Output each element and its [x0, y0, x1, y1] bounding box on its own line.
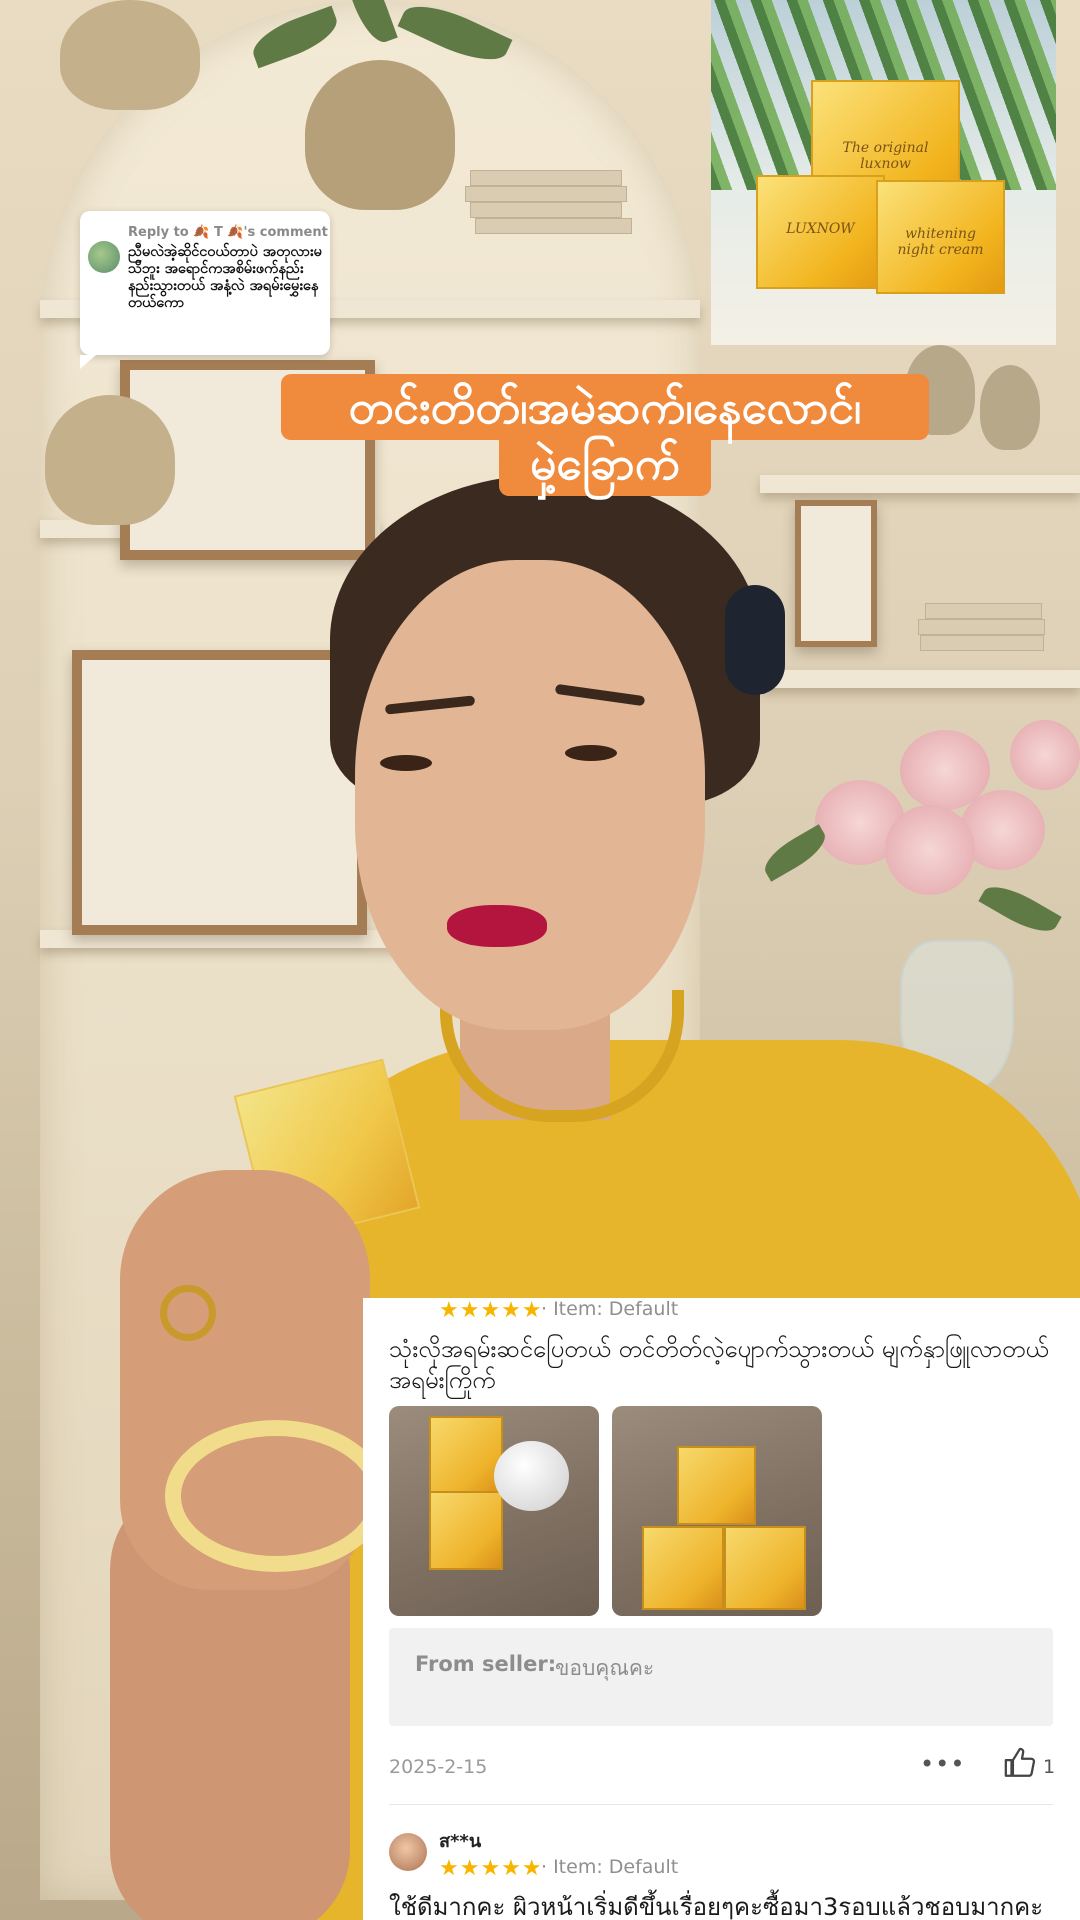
pink-flower	[1010, 720, 1080, 790]
ceramic-vase	[45, 395, 175, 525]
reply-comment-bubble[interactable]: Reply to 🍂 T 🍂's comment ညီမလဲအဲ့ဆိုင်ငဝ…	[80, 211, 330, 369]
reply-header: Reply to 🍂 T 🍂's comment	[128, 225, 328, 240]
ceramic-vase	[980, 365, 1040, 450]
product-box	[429, 1491, 503, 1570]
reviewer-avatar[interactable]	[389, 1833, 427, 1871]
flower-leaf	[978, 876, 1062, 942]
lips	[447, 905, 547, 947]
shelf	[760, 670, 1080, 688]
seller-reply-text: ขอบคุณคะ	[555, 1656, 655, 1680]
product-box: LUXNOW	[756, 175, 885, 289]
item-variant: · Item: Default	[541, 1856, 679, 1878]
person-face	[355, 560, 705, 1030]
small-frame	[795, 500, 877, 647]
like-count: 1	[1043, 1756, 1056, 1778]
book-stack	[475, 218, 632, 234]
more-options-button[interactable]: •••	[920, 1750, 965, 1778]
book-stack	[918, 619, 1045, 635]
gold-ring	[160, 1285, 216, 1341]
caption-line-2: မှဲ့ခြောက်	[499, 430, 711, 496]
review-photo[interactable]	[612, 1406, 822, 1616]
book-stack	[470, 170, 622, 186]
book-stack	[465, 186, 627, 202]
product-box	[677, 1446, 756, 1525]
review-text: ใช้ดีมากคะ ผิวหน้าเริ่มดีขึ้นเรื่อยๆคะซื…	[389, 1893, 1044, 1920]
box-label: The original luxnow	[842, 140, 929, 172]
book-stack	[920, 635, 1044, 651]
rating-stars: ★★★★★	[439, 1856, 543, 1881]
item-variant: · Item: Default	[541, 1298, 679, 1320]
book-stack	[925, 603, 1042, 619]
box-label: LUXNOW	[786, 221, 855, 237]
cream-jar	[494, 1441, 569, 1511]
background-vase	[60, 0, 200, 110]
flower-leaf	[758, 824, 832, 882]
bangle	[165, 1420, 387, 1572]
reviewer-name[interactable]: ส**น	[439, 1826, 481, 1855]
product-box	[724, 1526, 806, 1610]
rating-stars: ★★★★★	[439, 1298, 543, 1323]
review-text: သုံးလိုအရမ်းဆင်ပြေတယ် တင်တိတ်လဲ့ပျောက်သွ…	[389, 1335, 1049, 1394]
eye	[380, 755, 432, 771]
plant-pot	[305, 60, 455, 210]
product-box	[642, 1526, 724, 1610]
box-label: whitening night cream	[897, 226, 984, 258]
review-photo[interactable]	[389, 1406, 599, 1616]
product-box: whitening night cream	[876, 180, 1005, 294]
review-date: 2025-2-15	[389, 1756, 488, 1778]
botanical-frame	[72, 650, 367, 935]
hair-scrunchie	[725, 585, 785, 695]
product-box	[429, 1416, 503, 1495]
eye	[565, 745, 617, 761]
thumbs-up-icon[interactable]	[1003, 1746, 1037, 1780]
seller-reply-label: From seller:	[415, 1652, 557, 1676]
shelf	[760, 475, 1080, 493]
review-panel: ★★★★★ · Item: Default သုံးလိုအရမ်းဆင်ပြေ…	[363, 1298, 1080, 1920]
reply-message: ညီမလဲအဲ့ဆိုင်ငဝယ်တာပဲ အတုလားမသိဘူး အရောင…	[128, 244, 322, 311]
commenter-avatar	[88, 241, 120, 273]
seller-reply: From seller: ขอบคุณคะ	[389, 1628, 1053, 1726]
review-divider	[389, 1804, 1053, 1805]
product-photo-overlay: The original luxnow LUXNOW whitening nig…	[711, 0, 1056, 345]
book-stack	[470, 202, 622, 218]
pink-flower	[885, 805, 975, 895]
